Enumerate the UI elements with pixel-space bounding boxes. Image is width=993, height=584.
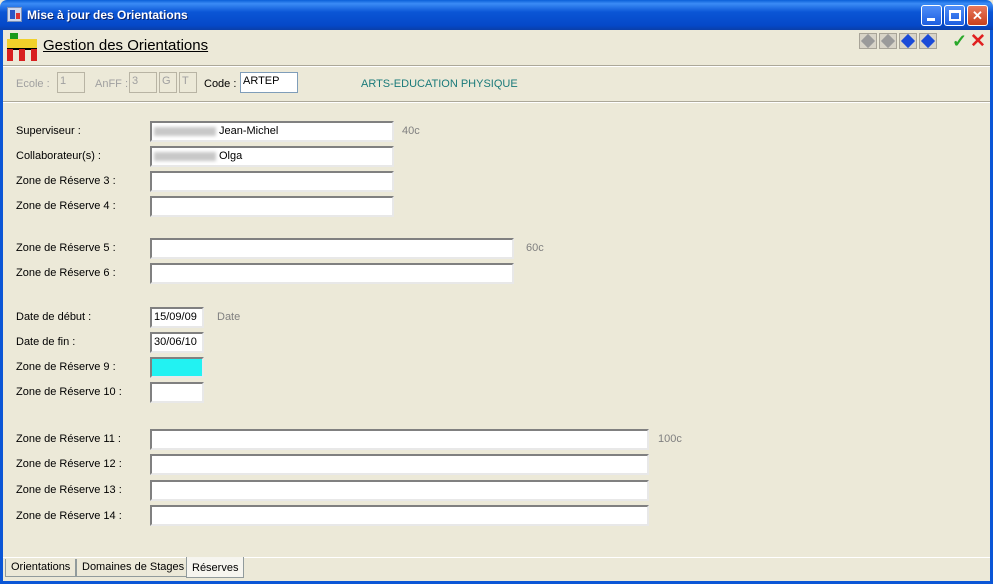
superviseur-field[interactable]: Jean-Michel xyxy=(150,121,394,142)
reserve-5-field[interactable] xyxy=(150,238,514,259)
date-debut-label: Date de début : xyxy=(16,311,92,323)
reserve-11-field[interactable] xyxy=(150,429,649,450)
app-icon xyxy=(7,7,22,22)
reserve-3-field[interactable] xyxy=(150,171,394,192)
date-fin-field[interactable]: 30/06/10 xyxy=(150,332,204,353)
reserve-10-label: Zone de Réserve 10 : xyxy=(16,386,122,398)
date-hint: Date xyxy=(217,311,241,323)
reserve-10-field[interactable] xyxy=(150,382,204,403)
nav-first-button[interactable] xyxy=(859,33,877,49)
ecole-label: Ecole : xyxy=(16,78,50,90)
t-field: T xyxy=(179,72,197,93)
length-hint-60: 60c xyxy=(526,242,544,254)
reserve-14-field[interactable] xyxy=(150,505,649,526)
reserve-5-label: Zone de Réserve 5 : xyxy=(16,242,116,254)
date-fin-label: Date de fin : xyxy=(16,336,76,348)
nav-last-button[interactable] xyxy=(919,33,937,49)
minimize-icon xyxy=(927,18,935,21)
arrow-right-icon xyxy=(900,33,916,49)
reserve-13-label: Zone de Réserve 13 : xyxy=(16,484,122,496)
reserve-13-field[interactable] xyxy=(150,480,649,501)
maximize-icon xyxy=(949,10,961,21)
diamond-icon xyxy=(880,33,896,49)
length-hint-100: 100c xyxy=(658,433,682,445)
reserve-11-label: Zone de Réserve 11 : xyxy=(16,433,121,445)
g-field: G xyxy=(159,72,177,93)
reserve-12-field[interactable] xyxy=(150,454,649,475)
tab-orientations[interactable]: Orientations xyxy=(5,559,77,577)
separator xyxy=(3,101,990,103)
cancel-x-icon[interactable]: ✕ xyxy=(970,30,986,53)
reserve-4-field[interactable] xyxy=(150,196,394,217)
confirm-check-icon[interactable]: ✓ xyxy=(952,31,967,52)
tab-reserves[interactable]: Réserves xyxy=(186,557,245,578)
reserve-9-field[interactable] xyxy=(150,357,204,378)
title-bar: Mise à jour des Orientations ✕ xyxy=(0,0,993,30)
anff-label: AnFF : xyxy=(95,78,129,90)
date-debut-field[interactable]: 15/09/09 xyxy=(150,307,204,328)
tab-bar xyxy=(3,557,990,558)
maximize-button[interactable] xyxy=(944,5,965,26)
anff-field: 3 xyxy=(129,72,157,93)
nav-next-button[interactable] xyxy=(899,33,917,49)
minimize-button[interactable] xyxy=(921,5,942,26)
code-label: Code : xyxy=(204,78,237,90)
collaborateur-field[interactable]: Olga xyxy=(150,146,394,167)
separator xyxy=(3,65,990,67)
length-hint-40: 40c xyxy=(402,125,420,137)
close-icon: ✕ xyxy=(972,8,983,23)
redacted-name xyxy=(154,151,216,161)
reserve-3-label: Zone de Réserve 3 : xyxy=(16,175,116,187)
tab-domaines-de-stages[interactable]: Domaines de Stages xyxy=(76,559,191,577)
superviseur-label: Superviseur : xyxy=(16,125,81,137)
close-button[interactable]: ✕ xyxy=(967,5,988,26)
reserve-6-label: Zone de Réserve 6 : xyxy=(16,267,116,279)
reserve-4-label: Zone de Réserve 4 : xyxy=(16,200,116,212)
reserve-9-label: Zone de Réserve 9 : xyxy=(16,361,116,373)
reserve-12-label: Zone de Réserve 12 : xyxy=(16,458,122,470)
nav-previous-button[interactable] xyxy=(879,33,897,49)
app-logo-icon xyxy=(7,33,37,61)
reserve-6-field[interactable] xyxy=(150,263,514,284)
ecole-field: 1 xyxy=(57,72,85,93)
reserve-14-label: Zone de Réserve 14 : xyxy=(16,510,122,522)
window-title: Mise à jour des Orientations xyxy=(27,8,188,22)
arrow-down-icon xyxy=(920,33,936,49)
diamond-icon xyxy=(860,33,876,49)
redacted-name xyxy=(154,126,216,136)
code-field[interactable]: ARTEP xyxy=(240,72,298,93)
page-title: Gestion des Orientations xyxy=(43,37,209,54)
collaborateur-label: Collaborateur(s) : xyxy=(16,150,101,162)
code-description: ARTS-EDUCATION PHYSIQUE xyxy=(361,78,518,90)
